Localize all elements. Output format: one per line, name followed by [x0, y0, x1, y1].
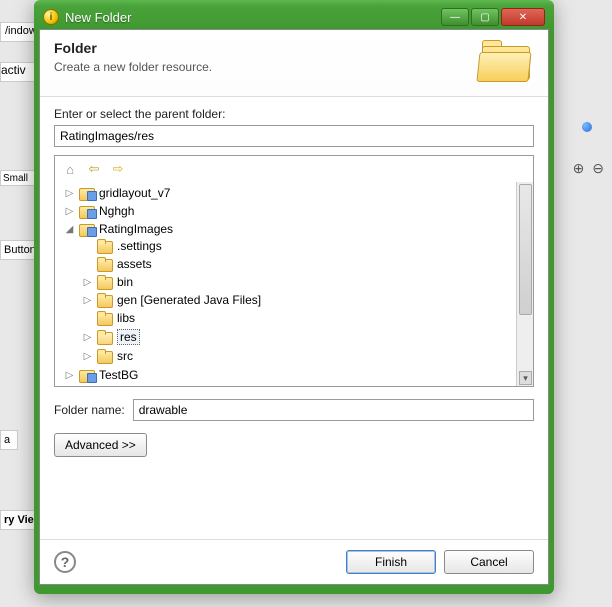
vertical-scrollbar[interactable]: ▾: [516, 182, 533, 386]
folder-icon: [97, 311, 113, 325]
cancel-button[interactable]: Cancel: [444, 550, 534, 574]
tree-item-libs[interactable]: libs: [79, 310, 533, 326]
tree-label: RatingImages: [99, 222, 173, 236]
perspective-indicator-icon: [582, 122, 592, 132]
zoom-icons-group: ⊕ ⊖: [569, 160, 604, 177]
parent-folder-input[interactable]: [54, 125, 534, 147]
tree-item-src[interactable]: ▷ src: [79, 348, 533, 364]
folder-icon: [97, 275, 113, 289]
back-icon[interactable]: ⇦: [85, 160, 103, 178]
folder-icon: [97, 349, 113, 363]
tree-label: TestBG: [99, 368, 138, 382]
folder-open-icon: [97, 330, 113, 344]
tree-label: .settings: [117, 239, 162, 253]
expander-icon[interactable]: ▷: [82, 295, 93, 306]
help-icon[interactable]: ?: [54, 551, 76, 573]
scroll-down-icon[interactable]: ▾: [519, 371, 532, 385]
titlebar[interactable]: i New Folder — ▢ ✕: [39, 5, 549, 29]
tree-toolbar: ⌂ ⇦ ⇨: [55, 156, 533, 182]
expander-icon[interactable]: ◢: [64, 224, 75, 235]
finish-button[interactable]: Finish: [346, 550, 436, 574]
tree-label: gridlayout_v7: [99, 186, 170, 200]
tree-label: Nghgh: [99, 204, 134, 218]
minimize-button[interactable]: —: [441, 8, 469, 26]
bg-a: a: [0, 430, 18, 450]
window-title: New Folder: [65, 10, 441, 25]
parent-folder-label: Enter or select the parent folder:: [54, 107, 534, 121]
tree-item-testui[interactable]: ▷ TestUI: [61, 385, 533, 386]
tree-label: src: [117, 349, 133, 363]
tree-label: libs: [117, 311, 135, 325]
expander-icon[interactable]: ▷: [82, 332, 93, 343]
folder-name-label: Folder name:: [54, 403, 125, 417]
tree-item-gen[interactable]: ▷ gen [Generated Java Files]: [79, 292, 533, 308]
project-icon: [79, 204, 95, 218]
expander-icon[interactable]: ▷: [64, 206, 75, 217]
advanced-button[interactable]: Advanced >>: [54, 433, 147, 457]
bg-small: Small: [0, 170, 35, 186]
expander-icon[interactable]: ▷: [64, 188, 75, 199]
zoom-in-icon[interactable]: ⊕: [573, 160, 585, 176]
zoom-out-icon[interactable]: ⊖: [592, 160, 604, 176]
header-description: Create a new folder resource.: [54, 60, 478, 74]
project-icon: [79, 368, 95, 382]
new-folder-dialog: i New Folder — ▢ ✕ Folder Create a new f…: [34, 0, 554, 594]
forward-icon[interactable]: ⇨: [109, 160, 127, 178]
tree-label-selected: res: [117, 329, 140, 345]
tree-scroll[interactable]: ▷ gridlayout_v7 ▷ Nghgh: [55, 182, 533, 386]
project-icon: [79, 186, 95, 200]
folder-icon: [97, 293, 113, 307]
dialog-body: Folder Create a new folder resource. Ent…: [39, 29, 549, 585]
tree-item-bin[interactable]: ▷ bin: [79, 274, 533, 290]
tree-item-nghgh[interactable]: ▷ Nghgh: [61, 203, 533, 219]
tree-item-testbg[interactable]: ▷ TestBG: [61, 367, 533, 383]
tree-item-res[interactable]: ▷ res: [79, 328, 533, 346]
tree-label: assets: [117, 257, 152, 271]
scrollbar-thumb[interactable]: [519, 184, 532, 315]
tree-item-settings[interactable]: .settings: [79, 238, 533, 254]
folder-icon: [97, 257, 113, 271]
expander-icon[interactable]: ▷: [64, 370, 75, 381]
folder-name-input[interactable]: [133, 399, 534, 421]
expander-icon[interactable]: ▷: [82, 277, 93, 288]
folder-icon: [97, 239, 113, 253]
folder-tree-container: ⌂ ⇦ ⇨ ▷ gridlayout_v7: [54, 155, 534, 387]
dialog-header: Folder Create a new folder resource.: [40, 30, 548, 97]
close-button[interactable]: ✕: [501, 8, 545, 26]
app-icon: i: [43, 9, 59, 25]
tree-item-ratingimages[interactable]: ◢ RatingImages: [61, 221, 533, 237]
header-title: Folder: [54, 40, 478, 56]
project-icon: [79, 222, 95, 236]
dialog-footer: ? Finish Cancel: [40, 539, 548, 584]
tree-item-assets[interactable]: assets: [79, 256, 533, 272]
tree-label: gen [Generated Java Files]: [117, 293, 261, 307]
folder-large-icon: [478, 40, 534, 84]
tree-label: bin: [117, 275, 133, 289]
expander-icon[interactable]: ▷: [82, 351, 93, 362]
bg-activ-text: activ: [1, 63, 26, 77]
maximize-button[interactable]: ▢: [471, 8, 499, 26]
home-icon[interactable]: ⌂: [61, 160, 79, 178]
tree-item-gridlayout[interactable]: ▷ gridlayout_v7: [61, 185, 533, 201]
